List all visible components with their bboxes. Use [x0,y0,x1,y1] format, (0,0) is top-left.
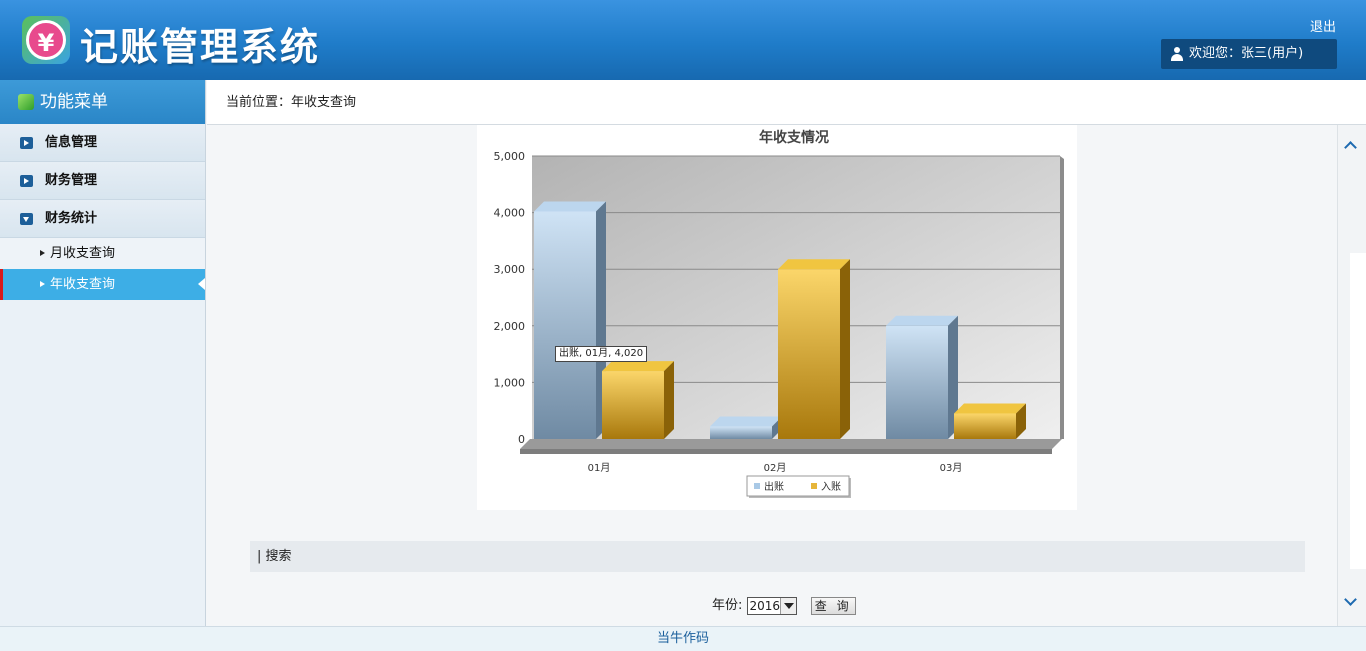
main-content: 年收支情况 0 1,000 2,000 3,000 4,000 5,000 01月 02月 03… [217,125,1337,626]
chart-legend: 出账 入账 [746,475,851,498]
y-tick-label: 2,000 [494,320,526,333]
sidebar-item-label: 财务统计 [45,211,98,226]
y-tick-label: 5,000 [494,150,526,163]
sidebar-subitem-monthly-query[interactable]: 月收支查询 [0,238,205,269]
logout-link[interactable]: 退出 [1310,16,1336,35]
expand-down-icon [20,213,33,225]
bar-入账-03月[interactable] [954,403,1026,439]
yen-icon: ¥ [26,20,66,60]
bar-出账-03月[interactable] [886,315,958,439]
y-tick-label: 4,000 [494,207,526,220]
bar-入账-02月[interactable] [778,259,850,439]
scroll-down-icon[interactable] [1345,595,1357,607]
plot-floor-edge [520,449,1052,454]
bar-chart: 年收支情况 0 1,000 2,000 3,000 4,000 5,000 01月 02月 03… [494,129,1064,498]
bar-出账-02月[interactable] [710,416,782,439]
bar-front [778,269,840,439]
chart-container: 年收支情况 0 1,000 2,000 3,000 4,000 5,000 01月 02月 03… [477,125,1077,510]
welcome-badge: 欢迎您：张三(用户) [1161,39,1337,69]
app-title: 记账管理系统 [80,25,321,69]
sidebar-item-label: 财务管理 [45,173,98,188]
welcome-text: 欢迎您：张三(用户) [1189,46,1304,61]
scrollbar-thumb[interactable] [1350,253,1366,569]
bar-side [664,361,674,439]
bar-出账-01月[interactable] [534,201,606,439]
sidebar-item-label: 信息管理 [45,135,98,150]
sidebar-subitem-yearly-query[interactable]: 年收支查询 [0,269,205,300]
chart-title: 年收支情况 [759,129,829,146]
footer: 当牛作码 [0,626,1366,651]
year-select[interactable]: 2016 [746,596,797,615]
bar-top [954,403,1026,414]
scroll-up-icon[interactable] [1345,141,1357,153]
bar-front [602,371,664,439]
year-filter: 年份: 2016 查 询 [712,596,856,616]
search-section-header: | 搜索 [250,541,1305,572]
x-tick-label: 02月 [764,462,787,474]
bar-front [534,211,596,439]
y-tick-label: 3,000 [494,263,526,276]
bar-top [710,416,782,427]
app-logo: ¥ [22,16,70,64]
legend-label[interactable]: 出账 [764,480,784,493]
y-tick-label: 1,000 [494,376,526,389]
bar-top [602,361,674,372]
user-icon [1171,47,1183,61]
bar-front [954,413,1016,439]
sidebar-title: 功能菜单 [40,92,108,112]
bar-side [840,259,850,439]
bar-front [886,325,948,439]
query-button[interactable]: 查 询 [810,596,856,615]
expand-right-icon [20,175,33,187]
bar-入账-01月[interactable] [602,361,674,439]
expand-right-icon [20,137,33,149]
breadcrumb: 当前位置：年收支查询 [207,80,1366,125]
plot-side-wall [1060,156,1064,439]
x-tick-label: 01月 [588,462,611,474]
bar-front [710,426,772,439]
legend-swatch [754,483,760,489]
year-select-value: 2016 [749,598,781,613]
vertical-scrollbar[interactable] [1337,125,1366,626]
header: ¥ 记账管理系统 退出 欢迎您：张三(用户) [0,0,1366,80]
bar-top [886,315,958,326]
sidebar-item-finance-management[interactable]: 财务管理 [0,162,205,200]
plot-floor [520,439,1062,449]
cube-icon [18,94,34,110]
sidebar: 功能菜单 信息管理 财务管理 财务统计 月收支查询 年收支查询 [0,80,206,626]
legend-swatch [811,483,817,489]
sidebar-item-info-management[interactable]: 信息管理 [0,124,205,162]
y-tick-label: 0 [518,433,525,446]
chart-tooltip: 出账, 01月, 4,020 [555,346,648,362]
chevron-down-icon [779,597,796,614]
legend-label[interactable]: 入账 [821,481,841,493]
sidebar-header: 功能菜单 [0,80,205,124]
sidebar-item-finance-statistics[interactable]: 财务统计 [0,200,205,238]
bar-top [778,259,850,270]
bar-top [534,201,606,212]
x-tick-label: 03月 [940,462,963,474]
year-label: 年份: [712,598,743,613]
